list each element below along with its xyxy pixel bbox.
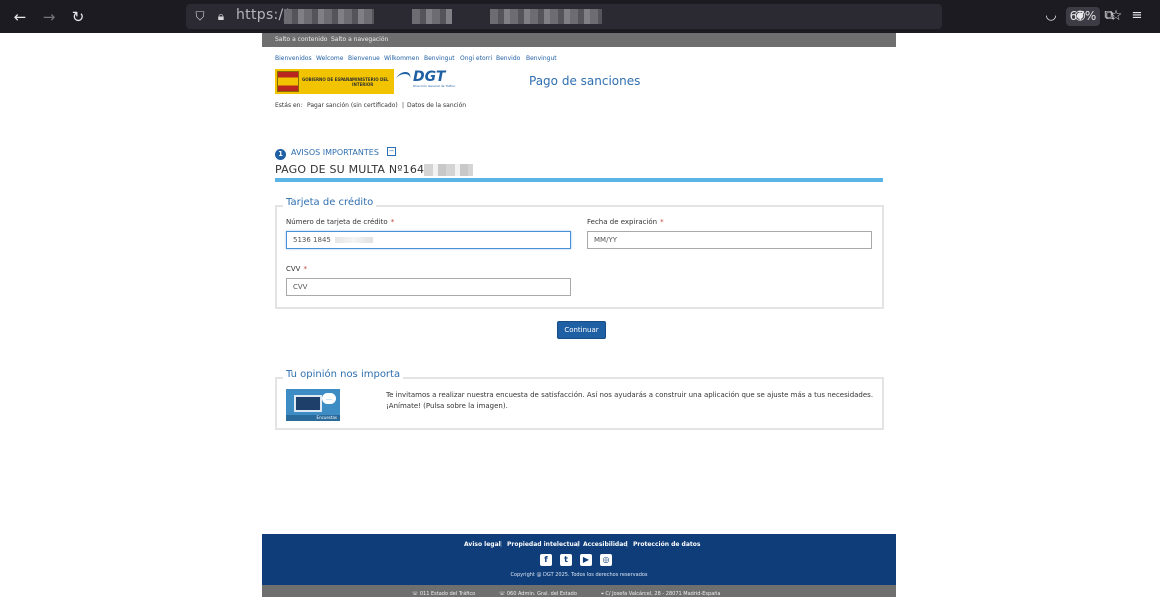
lang-link[interactable]: Benvingut xyxy=(424,55,455,62)
expiry-input[interactable]: MM/YY xyxy=(587,231,872,249)
ministerio-logo-text: MINISTERIO DEL INTERIOR xyxy=(352,77,389,87)
copyright: Copyright @ DGT 2025. Todos los derechos… xyxy=(510,572,648,578)
breadcrumb-item[interactable]: Datos de la sanción xyxy=(407,102,466,109)
multa-number-redacted xyxy=(424,164,473,176)
facebook-icon[interactable]: f xyxy=(540,554,552,566)
contact-item[interactable]: ☏ 060 Admin. Gral. del Estado xyxy=(499,591,577,597)
card-number-value: 5136 1845 xyxy=(293,236,331,244)
ministerio-logo[interactable]: MINISTERIO DEL INTERIOR xyxy=(352,69,394,94)
dgt-logo-subtitle: Dirección General de Tráfico xyxy=(413,84,456,88)
opinion-text: Te invitamos a realizar nuestra encuesta… xyxy=(386,390,873,412)
footer-link-propiedad[interactable]: Propiedad intelectual xyxy=(507,541,580,548)
opinion-legend: Tu opinión nos importa xyxy=(283,369,404,380)
opinion-line: Te invitamos a realizar nuestra encuesta… xyxy=(386,391,874,399)
cvv-label: CVV * xyxy=(286,265,307,273)
required-mark: * xyxy=(390,218,395,226)
instagram-icon[interactable]: ◎ xyxy=(600,554,612,566)
forward-icon[interactable]: → xyxy=(38,6,60,28)
lang-link[interactable]: Benvingut xyxy=(526,55,557,62)
lang-link[interactable]: Welcome xyxy=(316,55,343,62)
expiry-label: Fecha de expiración * xyxy=(587,218,664,226)
twitter-icon[interactable]: t xyxy=(560,554,572,566)
avisos-title[interactable]: AVISOS IMPORTANTES xyxy=(291,148,379,157)
footer: Aviso legal | Propiedad intelectual | Ac… xyxy=(262,534,896,585)
contact-item[interactable]: ⌖ C/ Josefa Valcárcel, 28 - 28071 Madrid… xyxy=(601,591,721,597)
shield-icon[interactable]: ⛉ xyxy=(192,8,208,24)
monitor-icon xyxy=(294,395,322,412)
url-redacted xyxy=(284,9,374,24)
card-number-input[interactable]: 5136 1845 xyxy=(286,231,571,249)
cvv-input[interactable]: CVV xyxy=(286,278,571,296)
lang-link[interactable]: Bienvenue xyxy=(348,55,380,62)
contact-item[interactable]: ☏ 011 Estado del Tráfico xyxy=(412,591,475,597)
skip-to-content-link[interactable]: Salto a contenido xyxy=(275,36,327,43)
card-number-label: Número de tarjeta de crédito * xyxy=(286,218,395,226)
chat-bubble-icon: … xyxy=(322,393,336,404)
credit-card-legend: Tarjeta de crédito xyxy=(283,197,377,208)
skip-to-nav-link[interactable]: Salto a navegación xyxy=(331,36,388,43)
breadcrumb-item[interactable]: Pagar sanción (sin certificado) xyxy=(307,102,398,109)
menu-icon[interactable]: ≡ xyxy=(1127,6,1147,26)
account-icon[interactable]: ◉ xyxy=(1070,6,1090,26)
lang-link[interactable]: Benvido xyxy=(496,55,520,62)
page-title: Pago de sanciones xyxy=(529,74,641,88)
footer-link-aviso-legal[interactable]: Aviso legal xyxy=(464,541,501,548)
browser-toolbar: ← → ↻ ⛉ 🔒︎ https:// 67% ☆ ◡ ◉ ⧉ ≡ xyxy=(0,0,1160,33)
pocket-icon[interactable]: ◡ xyxy=(1041,6,1061,26)
survey-image-label: Encuestas xyxy=(286,415,340,421)
youtube-icon[interactable]: ▶ xyxy=(580,554,592,566)
dgt-logo[interactable]: DGT Dirección General de Tráfico xyxy=(395,69,455,94)
reload-icon[interactable]: ↻ xyxy=(67,6,89,28)
footer-separator: | xyxy=(626,541,629,548)
dgt-logo-text: DGT xyxy=(413,69,446,85)
card-number-redacted xyxy=(334,237,373,243)
url-redacted xyxy=(412,9,452,24)
title-divider xyxy=(275,178,883,182)
url-text: https:// xyxy=(236,7,289,23)
lang-link[interactable]: Ongi etorri xyxy=(460,55,492,62)
back-icon[interactable]: ← xyxy=(9,6,31,28)
dgt-swoosh-icon xyxy=(395,72,413,80)
footer-link-accesibilidad[interactable]: Accesibilidad xyxy=(583,541,628,548)
footer-separator: | xyxy=(577,541,580,548)
lang-link[interactable]: Bienvenidos xyxy=(275,55,312,62)
url-redacted xyxy=(490,9,602,24)
page-container: Salto a contenido Salto a navegación Bie… xyxy=(262,33,896,597)
multa-title: PAGO DE SU MULTA Nº16435 xyxy=(275,163,439,176)
extensions-icon[interactable]: ⧉ xyxy=(1099,6,1119,26)
survey-image[interactable]: … Encuestas xyxy=(286,389,340,421)
opinion-line: ¡Anímate! (Pulsa sobre la imagen). xyxy=(386,402,508,410)
lang-link[interactable]: Wilkommen xyxy=(384,55,419,62)
continue-button[interactable]: Continuar xyxy=(557,321,606,339)
footer-link-proteccion[interactable]: Protección de datos xyxy=(633,541,700,548)
skip-links-bar: Salto a contenido Salto a navegación xyxy=(262,33,896,47)
footer-separator: | xyxy=(500,541,503,548)
contact-bar: ☏ 011 Estado del Tráfico ☏ 060 Admin. Gr… xyxy=(262,585,896,597)
coat-of-arms-icon xyxy=(277,71,299,92)
lock-icon[interactable]: 🔒︎ xyxy=(213,8,229,24)
page-viewport: Salto a contenido Salto a navegación Bie… xyxy=(0,33,1160,597)
breadcrumb-separator: | xyxy=(402,102,405,109)
avisos-collapse-icon[interactable]: − xyxy=(387,147,396,156)
avisos-count-badge: 1 xyxy=(275,149,286,160)
required-mark: * xyxy=(303,265,307,273)
required-mark: * xyxy=(660,218,664,226)
address-bar[interactable]: ⛉ 🔒︎ https:// 67% ☆ xyxy=(186,4,1122,29)
breadcrumb-label: Estás en: xyxy=(275,102,303,109)
